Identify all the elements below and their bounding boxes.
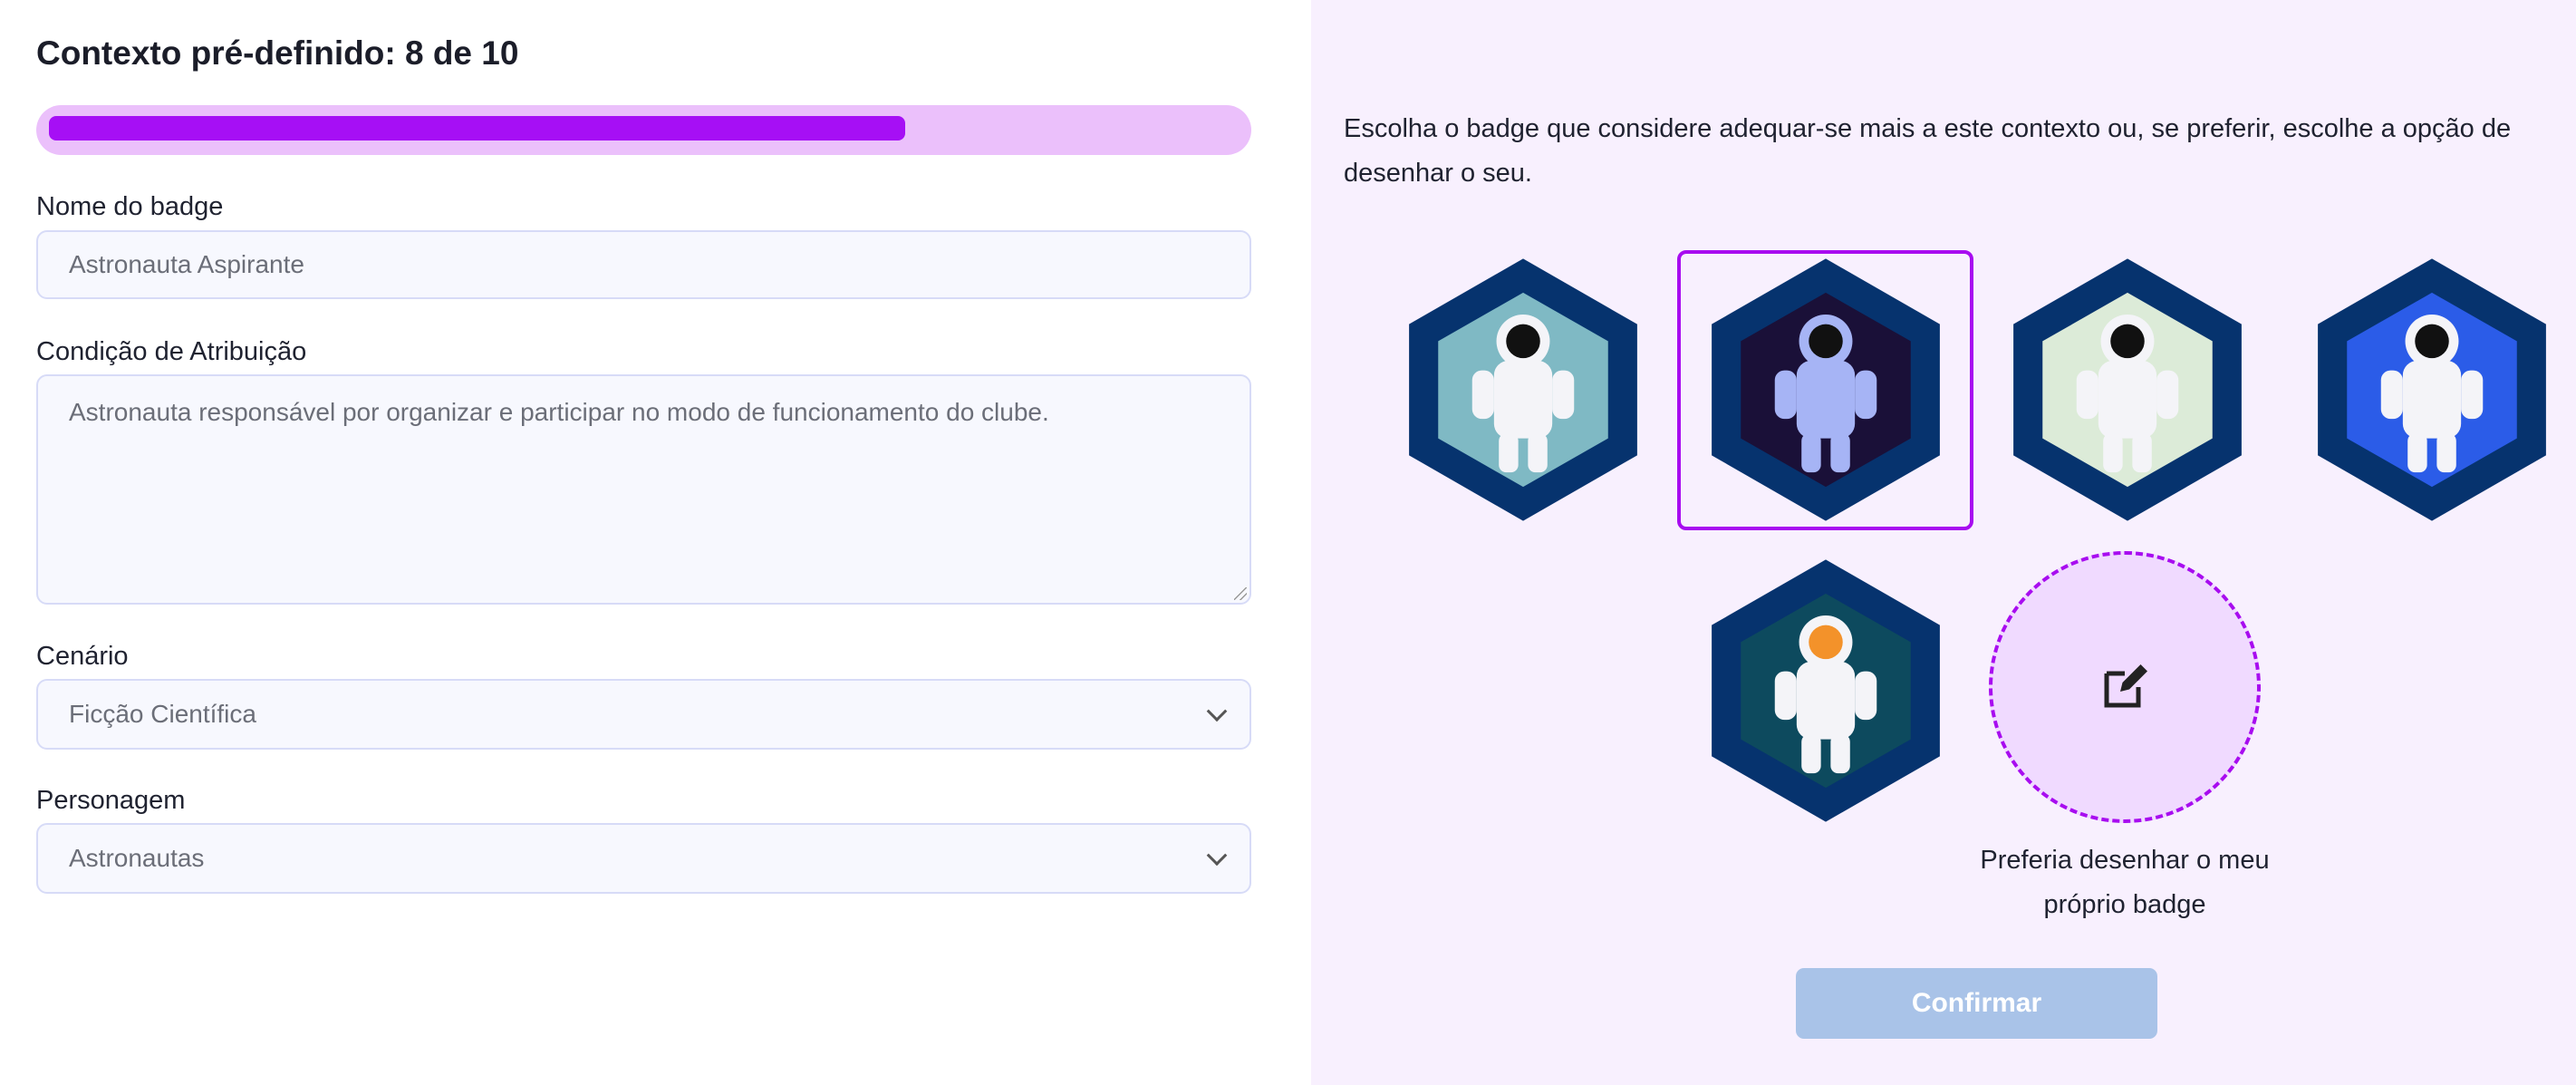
astronaut-badge-icon	[1712, 559, 1940, 822]
badge-option-astronaut-portrait[interactable]	[2006, 254, 2249, 526]
progress-bar	[36, 105, 1251, 155]
draw-own-badge-label: Preferia desenhar o meu próprio badge	[1980, 846, 2270, 919]
badge-form-panel: Contexto pré-definido: 8 de 10 Nome do b…	[0, 0, 1311, 1085]
chooser-instructions: Escolha o badge que considere adequar-se…	[1344, 114, 2512, 188]
astronaut-badge-icon	[1409, 258, 1637, 521]
character-value: Astronautas	[69, 844, 205, 872]
badge-name-input[interactable]: Astronauta Aspirante	[36, 230, 1251, 299]
badge-name-value: Astronauta Aspirante	[69, 250, 304, 278]
badge-option-astronaut-blue[interactable]	[2311, 254, 2553, 526]
badge-option-astronaut-floating-planet[interactable]	[1402, 254, 1645, 526]
chevron-down-icon	[1206, 845, 1228, 867]
chevron-down-icon	[1206, 701, 1228, 722]
badge-option-astronaut-dark[interactable]	[1704, 254, 1947, 526]
badge-chooser-panel: Escolha o badge que considere adequar-se…	[1311, 0, 2576, 1085]
confirm-button[interactable]: Confirmar	[1796, 968, 2157, 1039]
astronaut-badge-icon	[1712, 258, 1940, 521]
badge-name-label: Nome do badge	[36, 192, 224, 221]
astronaut-badge-icon	[2318, 258, 2546, 521]
character-label: Personagem	[36, 786, 186, 815]
badge-option-astronaut-pixel[interactable]	[1704, 555, 1947, 827]
scenario-label: Cenário	[36, 642, 129, 671]
condition-value: Astronauta responsável por organizar e p…	[69, 398, 1049, 426]
resize-handle-icon[interactable]	[1234, 587, 1247, 600]
scenario-select[interactable]: Ficção Científica	[36, 679, 1251, 750]
character-select[interactable]: Astronautas	[36, 823, 1251, 894]
condition-textarea[interactable]: Astronauta responsável por organizar e p…	[36, 374, 1251, 605]
condition-label: Condição de Atribuição	[36, 337, 307, 366]
edit-icon	[2104, 664, 2147, 708]
scenario-value: Ficção Científica	[69, 700, 256, 728]
astronaut-badge-icon	[2013, 258, 2242, 521]
draw-own-badge-button[interactable]	[1989, 551, 2261, 823]
page-title: Contexto pré-definido: 8 de 10	[36, 34, 519, 72]
progress-fill	[49, 116, 906, 140]
